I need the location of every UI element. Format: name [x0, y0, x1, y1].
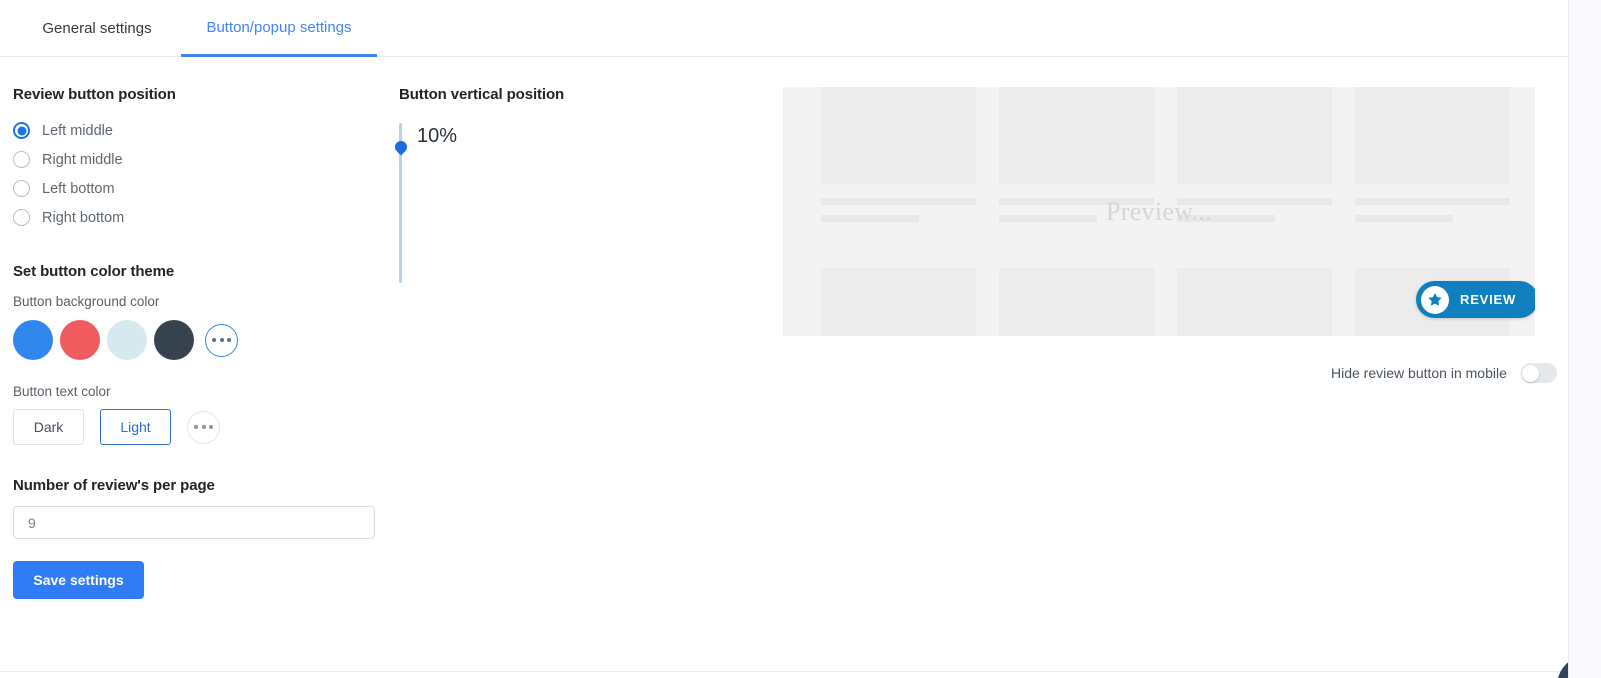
reviews-per-page-value: 9 — [28, 514, 36, 531]
radio-option-right-middle[interactable]: Right middle — [13, 145, 383, 174]
color-swatch-blue[interactable] — [13, 320, 53, 360]
page-scrollbar[interactable] — [1568, 0, 1601, 678]
tab-button-popup-settings-label: Button/popup settings — [206, 18, 352, 36]
preview-skeleton-grid — [821, 87, 1510, 336]
save-settings-label: Save settings — [33, 572, 124, 588]
skeleton-image — [1355, 87, 1510, 184]
skeleton-image — [821, 87, 976, 184]
review-button-position-group: Left middle Right middle Left bottom Rig… — [13, 116, 383, 232]
button-background-color-swatches — [13, 320, 383, 360]
preview-panel: Preview... REVIEW — [783, 87, 1535, 336]
settings-page: General settings Button/popup settings R… — [0, 0, 1601, 678]
text-color-light-button[interactable]: Light — [100, 409, 171, 445]
left-settings-column: Review button position Left middle Right… — [13, 86, 383, 599]
button-background-color-label: Button background color — [13, 294, 160, 309]
color-swatch-dark[interactable] — [154, 320, 194, 360]
color-theme-title: Set button color theme — [13, 263, 175, 280]
skeleton-line — [821, 215, 919, 222]
button-text-color-label: Button text color — [13, 384, 111, 399]
radio-label-left-bottom: Left bottom — [42, 180, 115, 197]
skeleton-line — [999, 198, 1154, 205]
radio-indicator-right-bottom[interactable] — [13, 209, 30, 226]
skeleton-card — [1177, 87, 1332, 336]
bottom-divider — [0, 671, 1568, 672]
tab-general-settings[interactable]: General settings — [14, 0, 180, 57]
tab-general-settings-label: General settings — [42, 20, 152, 37]
vertical-position-slider[interactable]: 10% — [392, 123, 729, 283]
text-color-dark-label: Dark — [33, 419, 64, 435]
skeleton-image — [1177, 268, 1332, 336]
preview-review-button-label: REVIEW — [1460, 292, 1517, 307]
review-button-position-title: Review button position — [13, 86, 176, 103]
radio-label-right-bottom: Right bottom — [42, 209, 125, 226]
skeleton-image — [1177, 87, 1332, 184]
skeleton-image — [999, 87, 1154, 184]
skeleton-line — [999, 215, 1097, 222]
skeleton-line — [1177, 198, 1332, 205]
slider-handle[interactable] — [392, 138, 409, 156]
radio-indicator-left-bottom[interactable] — [13, 180, 30, 197]
ellipsis-icon — [194, 425, 213, 429]
skeleton-line — [821, 198, 976, 205]
radio-indicator-left-middle[interactable] — [13, 122, 30, 139]
button-text-color-options: Dark Light — [13, 409, 383, 445]
radio-option-left-bottom[interactable]: Left bottom — [13, 174, 383, 203]
ellipsis-icon — [212, 338, 231, 342]
skeleton-line — [1177, 215, 1275, 222]
skeleton-card — [821, 87, 976, 336]
text-color-more-button[interactable] — [187, 410, 220, 444]
color-swatch-more-button[interactable] — [205, 323, 238, 357]
reviews-per-page-input[interactable]: 9 — [13, 506, 375, 539]
skeleton-image — [821, 268, 976, 336]
skeleton-line — [1355, 198, 1510, 205]
button-vertical-position-title: Button vertical position — [399, 86, 565, 103]
vertical-position-column: Button vertical position 10% — [392, 86, 729, 283]
tab-button-popup-settings[interactable]: Button/popup settings — [181, 0, 377, 57]
radio-indicator-right-middle[interactable] — [13, 151, 30, 168]
save-settings-button[interactable]: Save settings — [13, 561, 144, 599]
hide-review-button-mobile-label: Hide review button in mobile — [1331, 365, 1507, 381]
hide-review-button-mobile-row: Hide review button in mobile — [1331, 363, 1557, 383]
color-swatch-red[interactable] — [60, 320, 100, 360]
skeleton-card — [999, 87, 1154, 336]
star-icon — [1421, 285, 1449, 314]
skeleton-image — [999, 268, 1154, 336]
slider-value-label: 10% — [417, 125, 458, 147]
radio-option-left-middle[interactable]: Left middle — [13, 116, 383, 145]
color-swatch-light-blue[interactable] — [107, 320, 147, 360]
reviews-per-page-title: Number of review's per page — [13, 477, 215, 494]
text-color-light-label: Light — [120, 419, 151, 435]
radio-label-left-middle: Left middle — [42, 122, 113, 139]
skeleton-line — [1355, 215, 1453, 222]
toggle-knob — [1522, 364, 1540, 382]
radio-label-right-middle: Right middle — [42, 151, 123, 168]
tab-bar: General settings Button/popup settings — [0, 0, 1568, 57]
preview-review-button[interactable]: REVIEW — [1416, 281, 1535, 318]
hide-review-button-mobile-toggle[interactable] — [1520, 363, 1557, 383]
text-color-dark-button[interactable]: Dark — [13, 409, 84, 445]
radio-option-right-bottom[interactable]: Right bottom — [13, 203, 383, 232]
